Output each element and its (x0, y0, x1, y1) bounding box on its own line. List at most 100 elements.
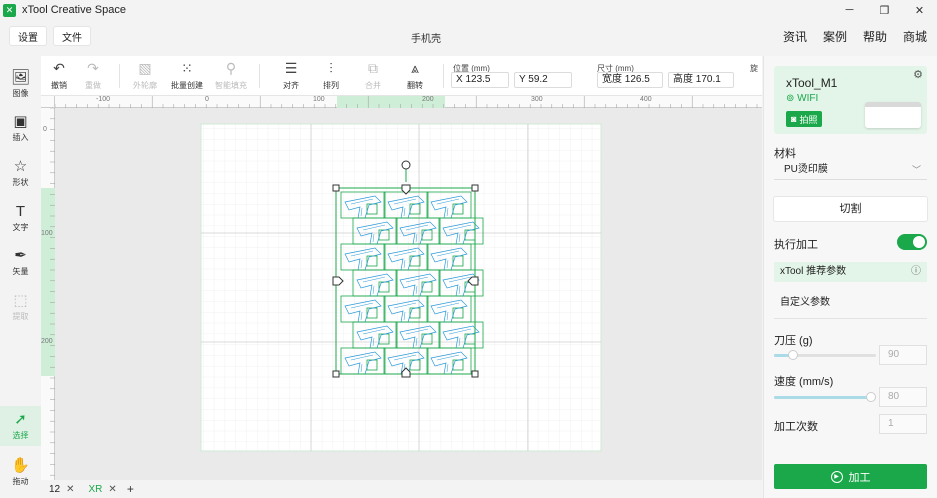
blade-pressure-slider[interactable] (774, 350, 876, 360)
redo-button[interactable]: ↷ 重做 (75, 59, 111, 91)
execute-label: 执行加工 (774, 239, 818, 251)
settings-button[interactable]: 设置 (9, 26, 47, 46)
speed-slider[interactable] (774, 392, 876, 402)
left-sidebar: 🖼 图像 ▣ 插入 ☆ 形状 T 文字 ✒ 矢量 ⬚ 提取 ➚ 选择 ✋ 拖动 (0, 56, 41, 498)
snapshot-button[interactable]: ◙ 拍照 (786, 111, 823, 127)
sidebar-item-insert[interactable]: ▣ 插入 (0, 108, 41, 148)
sidebar-item-image[interactable]: 🖼 图像 (0, 64, 41, 104)
width-input[interactable]: 宽度 126.5 (597, 72, 663, 88)
maximize-icon[interactable]: ❐ (867, 0, 902, 20)
smart-fill-button[interactable]: ⚲ 智能填充 (213, 59, 249, 91)
machine-image (865, 102, 921, 128)
slider-knob[interactable] (866, 392, 876, 402)
recommended-params-option[interactable]: xTool 推荐参数 ⓘ (774, 262, 927, 282)
arrange-icon: ⫶ (329, 60, 333, 76)
outline-button[interactable]: ▧ 外轮廓 (127, 59, 163, 91)
text-icon: T (15, 203, 26, 220)
device-card[interactable]: xTool_M1 ⊚ WIFI ◙ 拍照 ⚙ (774, 66, 927, 134)
close-icon[interactable]: ✕ (902, 0, 937, 20)
speed-label: 速度 (mm/s) (774, 376, 834, 388)
undo-icon: ↶ (53, 60, 65, 76)
combine-button[interactable]: ⧉ 合并 (355, 59, 391, 91)
tab-xr[interactable]: XR ✕ (89, 484, 117, 495)
minimize-icon[interactable]: ─ (832, 0, 867, 20)
toolbar-divider (119, 64, 120, 88)
cases-link[interactable]: 案例 (823, 28, 847, 45)
height-input[interactable]: 高度 170.1 (668, 72, 734, 88)
canvas-drawing[interactable] (41, 96, 762, 480)
blade-pressure-label: 刀压 (g) (774, 335, 813, 347)
custom-params-option[interactable]: 自定义参数 (780, 293, 830, 308)
connection-type: WIFI (797, 93, 819, 104)
x-position-input[interactable]: X 123.5 (451, 72, 509, 88)
undo-button[interactable]: ↶ 撤销 (41, 59, 77, 91)
ruler-top: -100 0 100 200 300 400 (54, 96, 762, 108)
file-button[interactable]: 文件 (53, 26, 91, 46)
passes-label: 加工次数 (774, 421, 818, 433)
image-icon: 🖼 (10, 69, 31, 86)
outline-image-icon: ▧ (138, 60, 152, 76)
arrange-button[interactable]: ⫶ 排列 (313, 59, 349, 91)
ruler-tick-label: 0 (205, 96, 209, 103)
ruler-corner (41, 96, 55, 108)
close-tab-icon[interactable]: ✕ (66, 484, 74, 495)
flip-icon: ⩓ (411, 60, 419, 76)
passes-input[interactable]: 1 (879, 414, 927, 434)
flip-button[interactable]: ⩓ 翻转 (397, 59, 433, 91)
canvas-area[interactable]: -100 0 100 200 300 400 0 100 200 (41, 96, 762, 480)
tab-12[interactable]: 12 ✕ (49, 484, 75, 495)
y-position-input[interactable]: Y 59.2 (514, 72, 572, 88)
store-link[interactable]: 商城 (903, 28, 927, 45)
redo-icon: ↷ (87, 60, 99, 76)
ruler-tick-label: 200 (41, 338, 53, 345)
app-window: ✕ xTool Creative Space ─ ❐ ✕ 设置 文件 手机壳 资… (0, 0, 937, 498)
sidebar-item-shape[interactable]: ☆ 形状 (0, 153, 41, 193)
material-select[interactable]: PU烫印膜 ﹀ (774, 160, 927, 180)
stamp-icon: ⚲ (225, 60, 237, 76)
sidebar-item-vector[interactable]: ✒ 矢量 (0, 242, 41, 282)
title-bar: ✕ xTool Creative Space ─ ❐ ✕ (0, 0, 937, 20)
close-tab-icon[interactable]: ✕ (108, 484, 116, 495)
news-link[interactable]: 资讯 (783, 28, 807, 45)
divider (774, 318, 927, 319)
toolbar-divider (443, 64, 444, 88)
sidebar-item-drag[interactable]: ✋ 拖动 (0, 452, 41, 492)
batch-create-button[interactable]: ⁙ 批量创建 (169, 59, 205, 91)
shape-icon: ☆ (13, 158, 28, 175)
work-area-grid (201, 124, 601, 451)
process-button[interactable]: ▶ 加工 (774, 464, 927, 489)
camera-icon: ◙ (791, 114, 797, 124)
toolbar-divider (259, 64, 260, 88)
device-name: xTool_M1 (786, 76, 838, 90)
align-icon: ☰ (284, 60, 298, 76)
document-tabs: 12 ✕ XR ✕ + (41, 480, 762, 498)
cut-mode-button[interactable]: 切割 (774, 197, 927, 221)
align-button[interactable]: ☰ 对齐 (273, 59, 309, 91)
add-tab-icon[interactable]: + (127, 482, 134, 496)
material-label: 材料 (774, 148, 796, 160)
blade-pressure-input[interactable]: 90 (879, 345, 927, 365)
ruler-tick-label: 100 (41, 230, 53, 237)
ruler-tick-label: 400 (640, 96, 652, 103)
rotate-group: 旋 (750, 60, 758, 74)
wifi-status: ⊚ WIFI (786, 93, 819, 104)
ruler-top-ticks (54, 96, 758, 108)
slider-knob[interactable] (788, 350, 798, 360)
sidebar-item-text[interactable]: T 文字 (0, 198, 41, 238)
app-title: xTool Creative Space (22, 4, 126, 16)
execute-toggle[interactable] (897, 234, 927, 250)
help-link[interactable]: 帮助 (863, 28, 887, 45)
play-icon: ▶ (830, 470, 843, 483)
speed-input[interactable]: 80 (879, 387, 927, 407)
rotate-handle[interactable] (401, 160, 411, 170)
vector-pen-icon: ✒ (14, 247, 27, 264)
info-icon[interactable]: ⓘ (911, 262, 921, 282)
ruler-tick-label: 200 (422, 96, 434, 103)
sidebar-item-extract[interactable]: ⬚ 提取 (0, 287, 41, 327)
toolbar: ↶ 撤销 ↷ 重做 ▧ 外轮廓 ⁙ 批量创建 ⚲ 智能填充 ☰ 对齐 ⫶ 排列 (41, 56, 762, 96)
gear-icon[interactable]: ⚙ (913, 68, 923, 81)
xtool-logo-icon: ✕ (3, 3, 16, 17)
sidebar-item-select[interactable]: ➚ 选择 (0, 406, 41, 446)
select-cursor-icon: ➚ (14, 411, 27, 428)
insert-icon: ▣ (13, 113, 28, 130)
